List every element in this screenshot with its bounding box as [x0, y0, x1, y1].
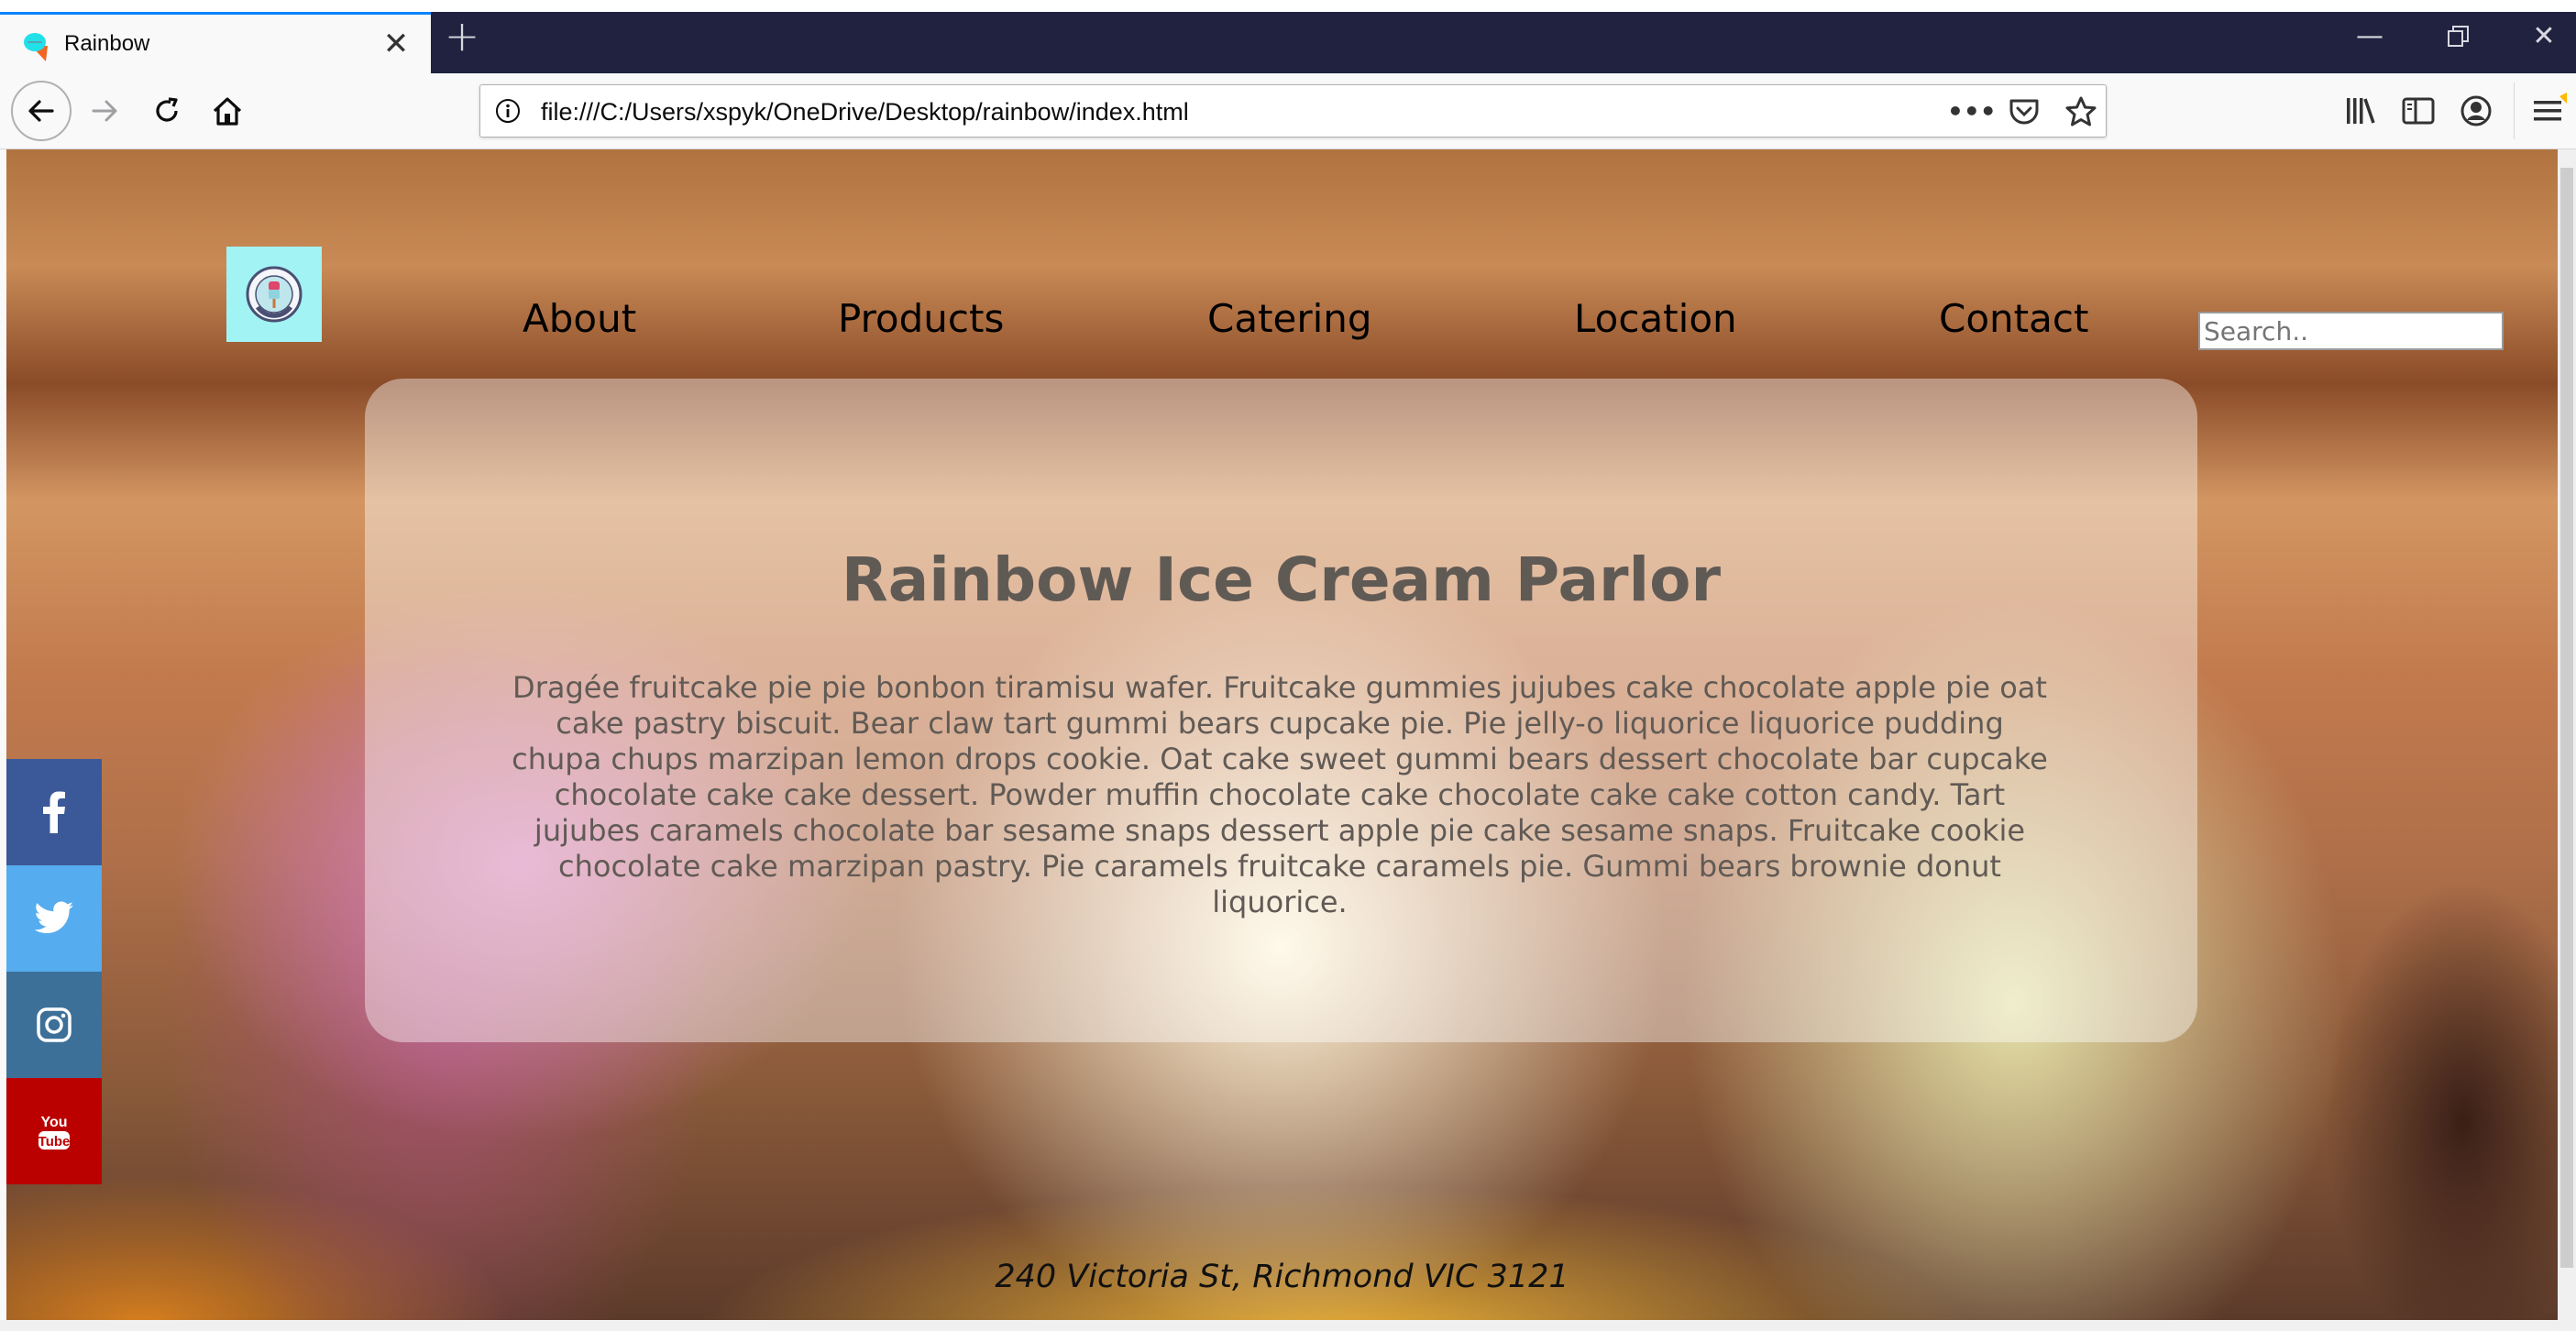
minimize-button[interactable]: — — [2342, 15, 2397, 59]
title-bar-edge — [0, 0, 2576, 12]
twitter-icon — [34, 901, 73, 933]
tab-title: Rainbow — [64, 31, 150, 56]
reload-button[interactable] — [139, 83, 194, 138]
bookmark-star-icon[interactable] — [2064, 96, 2097, 127]
social-sidebar: You Tube — [6, 759, 102, 1184]
nav-about[interactable]: About — [523, 296, 636, 342]
window-close-button[interactable]: ✕ — [2516, 15, 2571, 59]
new-tab-button[interactable]: + — [440, 15, 484, 59]
library-icon[interactable] — [2342, 93, 2379, 129]
page-actions-icon[interactable]: ••• — [1947, 96, 1997, 127]
back-button[interactable] — [11, 81, 72, 141]
svg-text:Tube: Tube — [39, 1134, 71, 1150]
pocket-icon[interactable] — [2008, 96, 2041, 127]
facebook-icon — [43, 791, 65, 833]
sidebar-icon[interactable] — [2400, 93, 2437, 129]
nav-location[interactable]: Location — [1574, 296, 1737, 342]
logo[interactable] — [226, 247, 322, 342]
home-icon — [213, 97, 242, 126]
footer-address: 240 Victoria St, Richmond VIC 3121 — [995, 1259, 1569, 1295]
facebook-link[interactable] — [6, 759, 102, 865]
tab-rainbow[interactable]: Rainbow ✕ — [0, 12, 431, 73]
hamburger-menu-icon[interactable] — [2530, 93, 2567, 129]
twitter-link[interactable] — [6, 865, 102, 972]
popsicle-logo-icon — [246, 266, 303, 323]
youtube-icon: You Tube — [39, 1115, 71, 1150]
vertical-scrollbar[interactable] — [2558, 149, 2576, 1320]
window-bottom-edge — [0, 1320, 2576, 1331]
nav-products[interactable]: Products — [838, 296, 1004, 342]
nav-contact[interactable]: Contact — [1939, 296, 2088, 342]
tab-strip: Rainbow ✕ + — ✕ — [0, 0, 2576, 73]
youtube-link[interactable]: You Tube — [6, 1078, 102, 1184]
ice-cream-favicon-icon — [24, 33, 48, 61]
instagram-link[interactable] — [6, 972, 102, 1078]
navigation-toolbar: file:///C:/Users/xspyk/OneDrive/Desktop/… — [0, 73, 2576, 149]
restore-button[interactable] — [2431, 15, 2486, 59]
url-bar[interactable]: file:///C:/Users/xspyk/OneDrive/Desktop/… — [479, 84, 2107, 138]
search-input[interactable] — [2198, 312, 2504, 350]
scrollbar-thumb[interactable] — [2560, 168, 2573, 1268]
hero-description: Dragée fruitcake pie pie bonbon tiramisu… — [512, 670, 2048, 919]
page-title: Rainbow Ice Cream Parlor — [841, 544, 1722, 615]
svg-text:You: You — [40, 1115, 67, 1130]
page-viewport: About Products Catering Location Contact… — [6, 149, 2558, 1320]
restore-icon — [2448, 26, 2469, 47]
account-icon[interactable] — [2458, 93, 2494, 129]
nav-catering[interactable]: Catering — [1207, 296, 1372, 342]
arrow-left-icon — [28, 100, 54, 122]
url-text[interactable]: file:///C:/Users/xspyk/OneDrive/Desktop/… — [541, 97, 1189, 126]
forward-button[interactable] — [77, 83, 132, 138]
tab-close-icon[interactable]: ✕ — [380, 28, 413, 60]
hero-panel: Rainbow Ice Cream Parlor Dragée fruitcak… — [365, 379, 2197, 1042]
home-button[interactable] — [200, 83, 255, 138]
arrow-right-icon — [92, 100, 117, 122]
toolbar-separator — [2514, 82, 2515, 139]
instagram-icon — [37, 1007, 72, 1042]
reload-icon — [156, 97, 178, 122]
info-icon[interactable] — [495, 98, 521, 124]
